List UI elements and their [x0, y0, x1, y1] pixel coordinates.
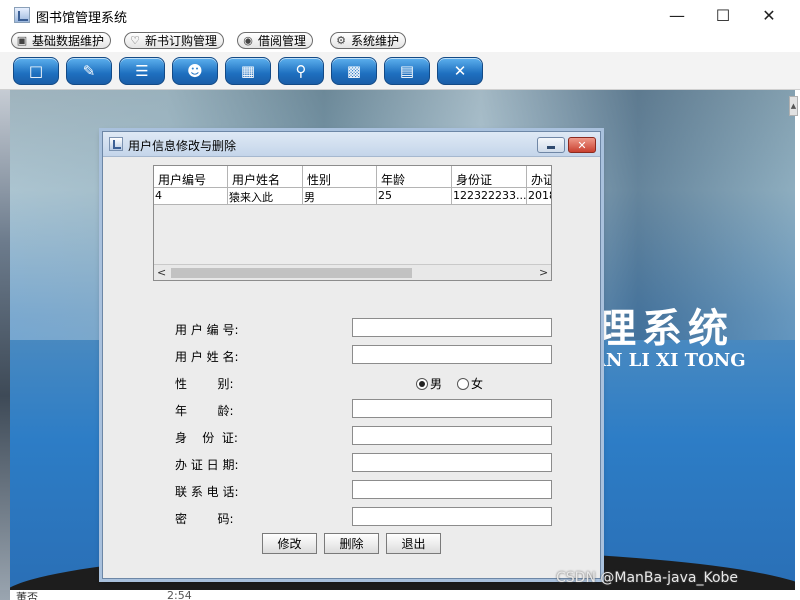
toolbar: □ ✎ ☰ ☻ ▦ ⚲ ▩ ▤ ✕	[0, 52, 800, 90]
title-bar: 图书馆管理系统 — ☐ ✕	[0, 0, 800, 30]
issue-date-label: 办 证 日 期:	[175, 458, 239, 472]
edit-icon[interactable]: ✎	[66, 57, 112, 85]
female-radio-label: 女	[471, 377, 484, 391]
table-cell: 4	[154, 188, 228, 205]
table-cell: 122322233...	[452, 188, 527, 205]
age-field[interactable]	[352, 399, 552, 418]
column-header[interactable]: 身份证	[452, 166, 527, 188]
exit-button[interactable]: 退出	[386, 533, 441, 554]
table-cell: 猿来入此	[228, 188, 303, 205]
left-edge-strip	[0, 90, 10, 600]
user-edit-dialog: 用户信息修改与删除 ✕ 用户编号 用户姓名 性别 年龄 身份证 办证 4 猿来入…	[102, 131, 601, 579]
column-header[interactable]: 用户姓名	[228, 166, 303, 188]
document-icon[interactable]: ▤	[384, 57, 430, 85]
dialog-minimize-button[interactable]	[537, 137, 565, 153]
menu-borrow-management[interactable]: ◉ 借阅管理	[237, 32, 314, 49]
gender-radio-group: 男 女	[416, 375, 498, 392]
cube-icon: ▣	[16, 33, 28, 47]
book-icon[interactable]: □	[13, 57, 59, 85]
age-label: 年 龄:	[175, 404, 234, 418]
watermark: CSDN @ManBa-java_Kobe	[556, 570, 739, 586]
maximize-button[interactable]: ☐	[700, 0, 746, 30]
banner-subtitle: AN LI XI TONG	[592, 350, 746, 371]
menu-basic-data[interactable]: ▣ 基础数据维护	[11, 32, 112, 49]
dialog-title: 用户信息修改与删除	[128, 139, 237, 153]
reader-icon[interactable]: ☻	[172, 57, 218, 85]
male-radio-label: 男	[430, 377, 443, 391]
user-name-label: 用 户 姓 名:	[175, 350, 239, 364]
dialog-title-bar: 用户信息修改与删除 ✕	[103, 132, 600, 157]
column-header[interactable]: 办证	[527, 166, 551, 188]
male-radio[interactable]	[416, 377, 428, 390]
table-cell: 2018	[527, 188, 551, 205]
scroll-left-icon[interactable]: <	[157, 265, 167, 280]
gears-icon: ⚙	[336, 33, 346, 47]
female-radio[interactable]	[457, 377, 470, 390]
id-card-field[interactable]	[352, 426, 552, 445]
issue-date-field[interactable]	[352, 453, 552, 472]
menu-label: 基础数据维护	[32, 34, 105, 48]
banner-title: 理系统	[596, 305, 734, 352]
column-header[interactable]: 性别	[303, 166, 377, 188]
app-icon	[14, 7, 30, 23]
menu-label: 借阅管理	[258, 34, 307, 48]
password-field[interactable]	[352, 507, 552, 526]
bottom-text: 董否	[16, 591, 38, 600]
bottom-time: 2:54	[167, 589, 192, 600]
column-header[interactable]: 年龄	[377, 166, 452, 188]
menu-label: 系统维护	[351, 34, 400, 48]
dialog-icon	[109, 137, 123, 151]
table-header: 用户编号 用户姓名 性别 年龄 身份证 办证	[154, 166, 551, 188]
cart-icon: ♡	[130, 33, 140, 47]
user-name-field[interactable]	[352, 345, 552, 364]
phone-field[interactable]	[352, 480, 552, 499]
user-table: 用户编号 用户姓名 性别 年龄 身份证 办证 4 猿来入此 男 25 12232…	[153, 165, 552, 281]
tools-icon[interactable]: ✕	[437, 57, 483, 85]
monitor-icon[interactable]: ▩	[331, 57, 377, 85]
scroll-up-button[interactable]: ▲	[789, 96, 798, 116]
scrollbar-thumb[interactable]	[171, 268, 412, 278]
lock-icon: ◉	[243, 33, 253, 47]
id-card-label: 身 份 证:	[175, 431, 238, 445]
main-window: 图书馆管理系统 — ☐ ✕ ▣ 基础数据维护 ♡ 新书订购管理 ◉ 借阅管理 ⚙…	[0, 0, 800, 600]
minimize-button[interactable]: —	[654, 0, 700, 30]
box-icon[interactable]: ▦	[225, 57, 271, 85]
delete-button[interactable]: 删除	[324, 533, 379, 554]
search-icon[interactable]: ⚲	[278, 57, 324, 85]
modify-button[interactable]: 修改	[262, 533, 317, 554]
table-cell: 25	[377, 188, 452, 205]
menu-system-maintenance[interactable]: ⚙ 系统维护	[330, 32, 407, 49]
gender-label: 性 别:	[175, 377, 234, 391]
password-label: 密 码:	[175, 512, 234, 526]
user-id-field[interactable]	[352, 318, 552, 337]
close-button[interactable]: ✕	[746, 0, 792, 30]
table-horizontal-scrollbar[interactable]: < >	[154, 264, 551, 280]
menu-label: 新书订购管理	[145, 34, 218, 48]
column-header[interactable]: 用户编号	[154, 166, 228, 188]
books-icon[interactable]: ☰	[119, 57, 165, 85]
phone-label: 联 系 电 话:	[175, 485, 239, 499]
user-id-label: 用 户 编 号:	[175, 323, 239, 337]
scroll-right-icon[interactable]: >	[539, 265, 549, 280]
table-cell: 男	[303, 188, 377, 205]
dialog-close-button[interactable]: ✕	[568, 137, 596, 153]
menu-new-book-order[interactable]: ♡ 新书订购管理	[124, 32, 225, 49]
table-row[interactable]: 4 猿来入此 男 25 122322233... 2018	[154, 188, 551, 205]
app-title: 图书馆管理系统	[36, 11, 128, 26]
menu-bar: ▣ 基础数据维护 ♡ 新书订购管理 ◉ 借阅管理 ⚙ 系统维护	[0, 30, 800, 52]
